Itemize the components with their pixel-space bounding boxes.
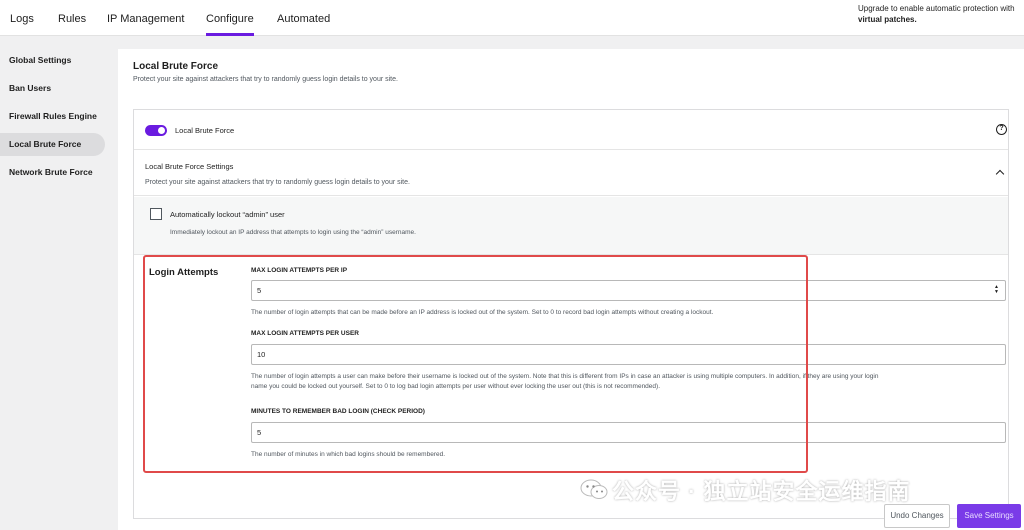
- check-period-value: 5: [257, 428, 262, 437]
- sidebar-item-firewall-rules-engine[interactable]: Firewall Rules Engine: [0, 105, 105, 128]
- local-brute-force-toggle[interactable]: [145, 125, 167, 136]
- check-period-help: The number of minutes in which bad login…: [251, 451, 446, 458]
- sidebar-item-ban-users[interactable]: Ban Users: [0, 77, 105, 100]
- promo-line-1: Upgrade to enable automatic protection w…: [858, 4, 1015, 13]
- save-settings-button[interactable]: Save Settings: [957, 504, 1021, 528]
- max-attempts-user-help: The number of login attempts a user can …: [251, 372, 1001, 391]
- admin-lockout-section: Automatically lockout “admin” user Immed…: [134, 197, 1008, 255]
- check-period-input[interactable]: 5: [251, 422, 1006, 443]
- tab-logs[interactable]: Logs: [10, 13, 34, 36]
- max-attempts-ip-label: MAX LOGIN ATTEMPTS PER IP: [251, 267, 348, 274]
- max-attempts-user-help-line-2: name you could be locked out yourself. S…: [251, 382, 661, 390]
- tab-configure[interactable]: Configure: [206, 13, 254, 36]
- settings-title: Local Brute Force Settings: [145, 162, 234, 171]
- wechat-icon: [580, 479, 608, 499]
- sidebar-item-network-brute-force[interactable]: Network Brute Force: [0, 161, 105, 184]
- promo-line-2: virtual patches.: [858, 15, 917, 24]
- admin-lockout-label: Automatically lockout “admin” user: [170, 210, 285, 219]
- sidebar-item-global-settings[interactable]: Global Settings: [0, 49, 105, 72]
- chevron-up-icon[interactable]: [995, 169, 1005, 179]
- main-content: Local Brute Force Protect your site agai…: [118, 49, 1024, 530]
- max-attempts-user-value: 10: [257, 350, 266, 359]
- settings-panel: Local Brute Force ? Local Brute Force Se…: [133, 109, 1009, 519]
- page-description: Protect your site against attackers that…: [133, 76, 398, 83]
- undo-changes-button[interactable]: Undo Changes: [884, 504, 950, 528]
- spinner-icon[interactable]: ▲ ▼: [994, 285, 999, 295]
- sidebar-item-local-brute-force[interactable]: Local Brute Force: [0, 133, 105, 156]
- login-attempts-title: Login Attempts: [149, 267, 219, 278]
- max-attempts-user-help-line-1: The number of login attempts a user can …: [251, 373, 879, 380]
- max-attempts-user-input[interactable]: 10: [251, 344, 1006, 365]
- tab-rules[interactable]: Rules: [58, 13, 86, 36]
- top-navigation: Logs Rules IP Management Configure Autom…: [0, 0, 1024, 36]
- page-title: Local Brute Force: [133, 61, 219, 72]
- toggle-row: Local Brute Force ?: [134, 110, 1008, 150]
- tab-ip-management[interactable]: IP Management: [107, 13, 184, 36]
- max-attempts-ip-input[interactable]: 5 ▲ ▼: [251, 280, 1006, 301]
- watermark-text: 公众号 · 独立站安全运维指南: [612, 479, 911, 504]
- settings-header[interactable]: Local Brute Force Settings Protect your …: [134, 151, 1008, 196]
- upgrade-promo: Upgrade to enable automatic protection w…: [858, 3, 1024, 25]
- settings-description: Protect your site against attackers that…: [145, 179, 410, 186]
- admin-lockout-checkbox[interactable]: [150, 208, 162, 220]
- max-attempts-user-label: MAX LOGIN ATTEMPTS PER USER: [251, 330, 359, 337]
- help-icon[interactable]: ?: [996, 124, 1007, 135]
- toggle-label: Local Brute Force: [175, 126, 235, 135]
- check-period-label: MINUTES TO REMEMBER BAD LOGIN (CHECK PER…: [251, 408, 425, 415]
- admin-lockout-description: Immediately lockout an IP address that a…: [170, 229, 416, 236]
- tab-automated[interactable]: Automated: [277, 13, 330, 36]
- max-attempts-ip-value: 5: [257, 286, 262, 295]
- max-attempts-ip-help: The number of login attempts that can be…: [251, 309, 714, 316]
